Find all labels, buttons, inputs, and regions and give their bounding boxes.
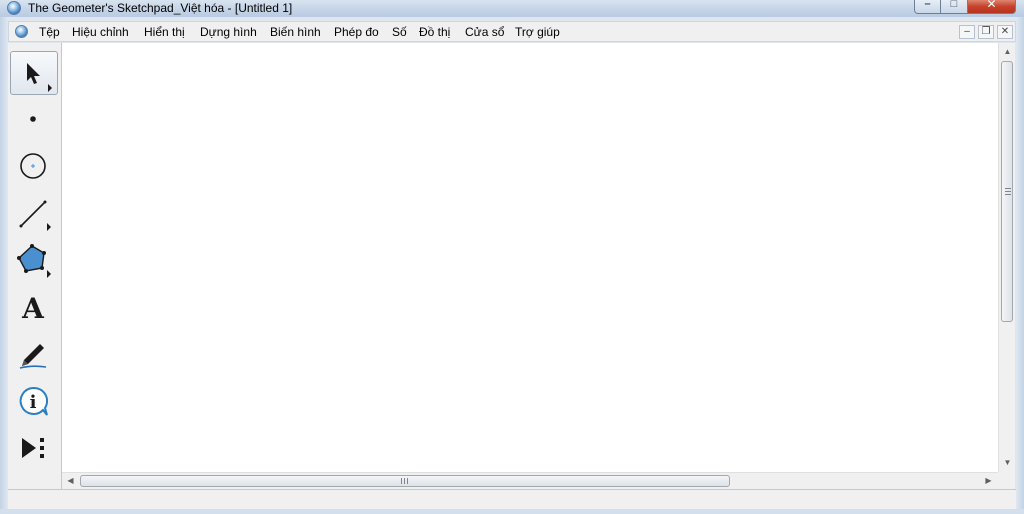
grip-icon [401, 478, 408, 484]
point-tool[interactable] [10, 97, 58, 141]
menu-bar: Tệp Hiệu chỉnh Hiển thị Dựng hình Biến h… [8, 21, 1016, 42]
title-bar: The Geometer's Sketchpad_Việt hóa - [Unt… [0, 0, 1024, 17]
window-frame-right [1016, 17, 1024, 514]
window-title: The Geometer's Sketchpad_Việt hóa - [Unt… [28, 1, 293, 15]
text-icon: A [21, 292, 45, 325]
horizontal-scrollbar[interactable]: ◀ ▶ [62, 472, 998, 489]
custom-tool[interactable] [10, 426, 58, 470]
polygon-icon [17, 244, 51, 278]
menu-construct[interactable]: Dựng hình [199, 24, 258, 40]
scroll-up-button[interactable]: ▲ [999, 43, 1016, 60]
custom-tools-icon [22, 438, 44, 458]
svg-text:i: i [30, 392, 37, 413]
segment-icon [19, 200, 51, 231]
menu-window[interactable]: Cửa sổ [464, 24, 505, 40]
vertical-scrollbar[interactable]: ▲ ▼ [998, 43, 1015, 472]
window-frame-bottom [0, 509, 1024, 514]
polygon-tool[interactable] [10, 238, 58, 282]
app-icon[interactable] [7, 1, 21, 15]
toolbox: A i [8, 43, 62, 489]
menu-help[interactable]: Trợ giúp [514, 24, 561, 40]
svg-text:A: A [21, 292, 45, 325]
close-button[interactable]: ✕ [968, 0, 1016, 14]
grip-icon [1005, 188, 1011, 195]
menu-graph[interactable]: Đồ thị [418, 24, 451, 40]
mdi-restore-button[interactable]: ❐ [978, 25, 994, 39]
vertical-scroll-thumb[interactable] [1001, 61, 1013, 322]
scrollbar-corner [998, 472, 1015, 489]
scroll-right-button[interactable]: ▶ [980, 473, 997, 490]
sketch-canvas[interactable] [62, 43, 998, 472]
circle-icon [20, 153, 46, 179]
straightedge-tool[interactable] [10, 191, 58, 235]
maximize-icon: □ [950, 0, 958, 10]
text-tool[interactable]: A [10, 285, 58, 329]
mdi-minimize-button[interactable]: – [959, 25, 975, 39]
minimize-button[interactable]: – [914, 0, 941, 14]
status-bar [8, 489, 1016, 509]
information-tool[interactable]: i [10, 379, 58, 423]
close-icon: ✕ [986, 0, 997, 11]
maximize-button[interactable]: □ [941, 0, 968, 14]
menu-number[interactable]: Số [391, 24, 408, 40]
mdi-close-button[interactable]: ✕ [997, 25, 1013, 39]
minimize-icon: – [924, 0, 931, 10]
scroll-down-button[interactable]: ▼ [999, 454, 1016, 471]
menu-transform[interactable]: Biến hình [269, 24, 322, 40]
compass-tool[interactable] [10, 143, 58, 187]
info-icon: i [19, 386, 49, 416]
document-icon[interactable] [15, 25, 28, 38]
window-frame-left [0, 17, 8, 514]
horizontal-scroll-thumb[interactable] [80, 475, 730, 487]
menu-file[interactable]: Tệp [38, 24, 61, 40]
menu-edit[interactable]: Hiệu chỉnh [71, 24, 130, 40]
marker-tool[interactable] [10, 332, 58, 376]
menu-display[interactable]: Hiển thị [143, 24, 186, 40]
arrow-icon [27, 63, 52, 92]
marker-icon [19, 344, 47, 369]
arrow-select-tool[interactable] [10, 51, 58, 95]
point-icon [30, 116, 36, 122]
menu-measure[interactable]: Phép đo [333, 24, 380, 40]
scroll-left-button[interactable]: ◀ [62, 473, 79, 490]
